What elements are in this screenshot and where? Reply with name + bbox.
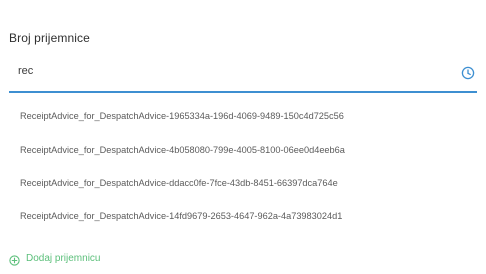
add-receipt-button[interactable]: Dodaj prijemnicu — [9, 251, 100, 266]
search-input-value[interactable]: rec — [18, 65, 33, 77]
plus-circle-icon — [9, 253, 20, 266]
dropdown-option[interactable]: ReceiptAdvice_for_DespatchAdvice-4b05808… — [9, 133, 477, 166]
field-label: Broj prijemnice — [9, 31, 90, 45]
dropdown-option[interactable]: ReceiptAdvice_for_DespatchAdvice-1965334… — [9, 99, 477, 133]
clock-icon[interactable] — [461, 66, 475, 80]
receipt-selector-panel: Broj prijemnice rec ReceiptAdvice_for_De… — [0, 0, 486, 274]
receipt-search-input[interactable]: rec — [9, 59, 475, 87]
input-focus-underline — [9, 91, 477, 93]
suggestion-dropdown: ReceiptAdvice_for_DespatchAdvice-1965334… — [9, 99, 477, 232]
dropdown-option[interactable]: ReceiptAdvice_for_DespatchAdvice-ddacc0f… — [9, 166, 477, 199]
add-receipt-label[interactable]: Dodaj prijemnicu — [26, 253, 100, 264]
dropdown-option[interactable]: ReceiptAdvice_for_DespatchAdvice-14fd967… — [9, 199, 477, 232]
